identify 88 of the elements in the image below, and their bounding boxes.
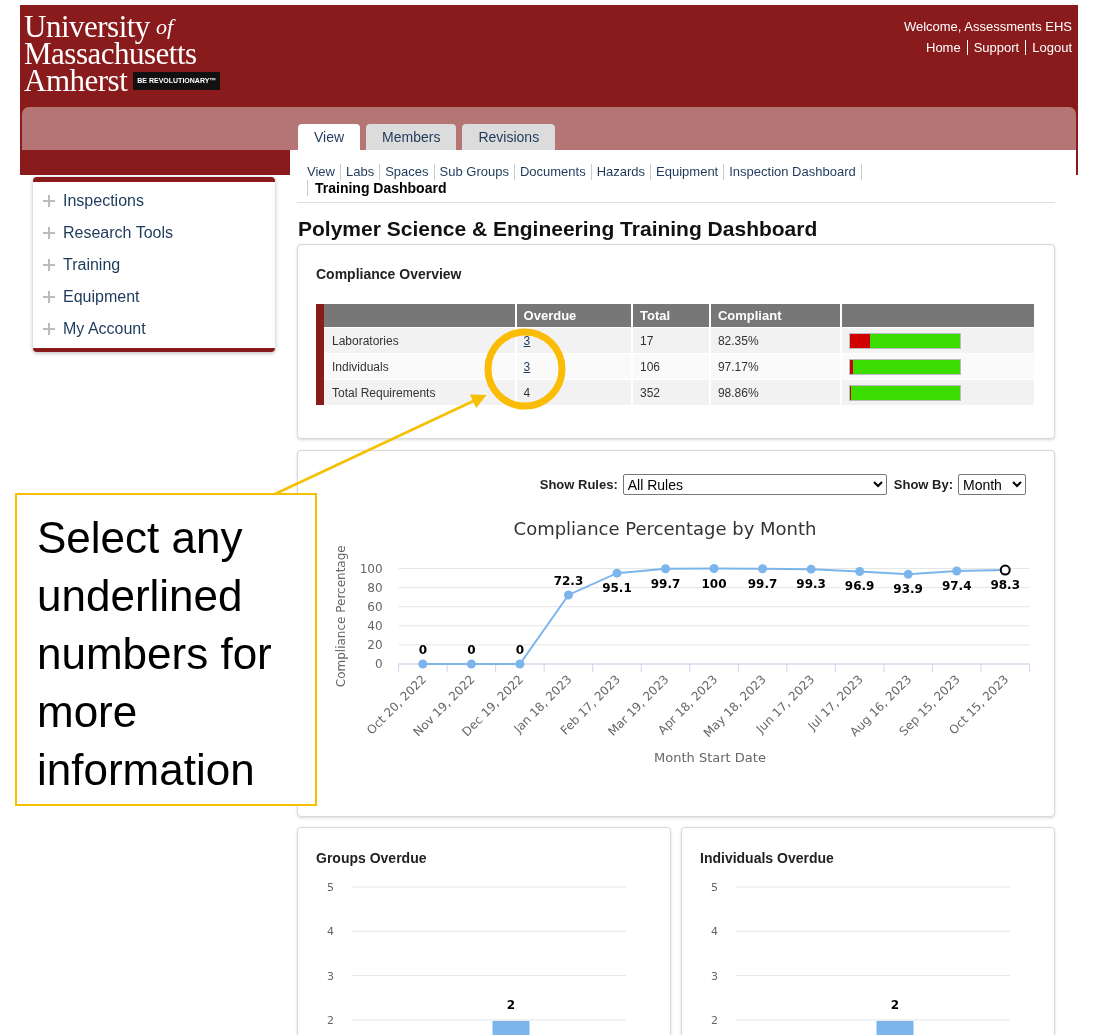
subnav-link[interactable]: Hazards	[590, 164, 651, 180]
tab[interactable]: Members	[366, 124, 457, 150]
table-cell: 97.17%	[709, 353, 842, 380]
header-link[interactable]: Support	[966, 40, 1026, 55]
sidebar-item[interactable]: Inspections	[33, 185, 275, 217]
subnav-current[interactable]: Training Dashboard	[307, 180, 1055, 196]
chart-title: Compliance Percentage by Month	[513, 518, 817, 539]
data-label: 99.7	[747, 576, 778, 591]
filter-label: Show Rules:	[539, 477, 618, 492]
data-label: 98.3	[990, 578, 1021, 593]
data-point	[612, 568, 622, 578]
data-label: 95.1	[602, 581, 632, 596]
overdue-link[interactable]: 3	[523, 359, 531, 374]
y-tick-label: 3	[711, 969, 718, 983]
card-title: Compliance Overview	[316, 266, 463, 282]
data-label: 96.9	[844, 579, 875, 594]
welcome-text: Welcome, Assessments EHS	[903, 19, 1072, 34]
data-point	[806, 564, 816, 574]
data-point	[903, 569, 913, 579]
y-tick-label: 80	[367, 580, 383, 595]
table-cell: 352	[632, 379, 710, 405]
y-tick-label: 20	[367, 637, 383, 652]
subnav-link[interactable]: View	[307, 164, 340, 180]
data-point	[515, 659, 525, 669]
data-label: 2	[890, 997, 900, 1012]
y-tick-label: 2	[327, 1013, 334, 1027]
table-cell: 82.35%	[709, 327, 842, 354]
filter-label: Show By:	[893, 477, 953, 492]
data-label: 0	[515, 643, 525, 657]
subnav-link[interactable]: Labs	[339, 164, 380, 180]
callout-text: Select any underlined numbers for more information	[15, 493, 317, 806]
column-header: Overdue	[515, 304, 632, 328]
table-cell: 106	[632, 353, 710, 380]
x-axis-title: Month Start Date	[654, 750, 766, 765]
data-point	[661, 564, 670, 574]
y-tick-label: 60	[367, 599, 383, 614]
data-point	[758, 564, 768, 574]
header-link[interactable]: Logout	[1025, 40, 1072, 55]
card-title: Individuals Overdue	[700, 850, 835, 866]
page-title: Polymer Science & Engineering Training Dashboard	[298, 217, 819, 241]
y-tick-label: 0	[374, 657, 383, 671]
y-tick-label: 5	[711, 881, 718, 894]
filter-select[interactable]: Month	[958, 474, 1026, 495]
data-label: 100	[701, 576, 727, 591]
logo-text: Amherst	[24, 67, 128, 94]
data-label: 99.3	[796, 577, 826, 592]
data-label: 0	[467, 643, 476, 657]
sidebar-item[interactable]: Research Tools	[33, 217, 275, 249]
data-point	[418, 659, 428, 669]
filter-select[interactable]: All Rules	[622, 474, 887, 495]
data-point	[952, 566, 962, 576]
data-label: 93.9	[893, 582, 923, 597]
data-point	[999, 564, 1011, 576]
data-point	[466, 659, 476, 669]
subnav-link[interactable]: Documents	[513, 164, 591, 180]
subnav-link[interactable]: Spaces	[379, 164, 434, 180]
y-tick-label: 5	[327, 881, 334, 894]
y-tick-label: 40	[367, 618, 383, 633]
y-tick-label: 4	[327, 925, 334, 939]
y-axis-title: Compliance Percentage	[334, 545, 348, 688]
data-point	[563, 590, 573, 600]
card-title: Groups Overdue	[316, 850, 428, 866]
overdue-link[interactable]: 3	[523, 333, 531, 348]
subnav-link[interactable]: Inspection Dashboard	[723, 164, 861, 180]
data-label: 0	[418, 643, 428, 657]
sidebar-item[interactable]: Equipment	[33, 281, 275, 313]
y-tick-label: 2	[711, 1013, 718, 1027]
tab[interactable]: View	[298, 124, 361, 150]
table-cell: 17	[632, 327, 710, 354]
subnav-link[interactable]: Equipment	[650, 164, 724, 180]
sidebar-item[interactable]: My Account	[33, 313, 275, 345]
table-cell: 98.86%	[709, 379, 842, 405]
subnav-link[interactable]: Sub Groups	[433, 164, 514, 180]
data-label: 99.7	[650, 576, 681, 591]
data-label: 2	[506, 997, 516, 1012]
data-label: 72.3	[553, 573, 584, 588]
data-point	[855, 566, 865, 576]
header-link[interactable]: Home	[920, 40, 967, 55]
column-header: Total	[632, 304, 710, 328]
y-tick-label: 4	[711, 925, 718, 939]
tab[interactable]: Revisions	[462, 124, 556, 150]
y-tick-label: 100	[359, 561, 383, 576]
column-header: Compliant	[709, 304, 842, 328]
sidebar-item[interactable]: Training	[33, 249, 275, 281]
y-tick-label: 3	[327, 969, 334, 983]
data-point	[709, 564, 719, 573]
data-label: 97.4	[941, 579, 972, 593]
table-cell: 4	[523, 385, 531, 400]
